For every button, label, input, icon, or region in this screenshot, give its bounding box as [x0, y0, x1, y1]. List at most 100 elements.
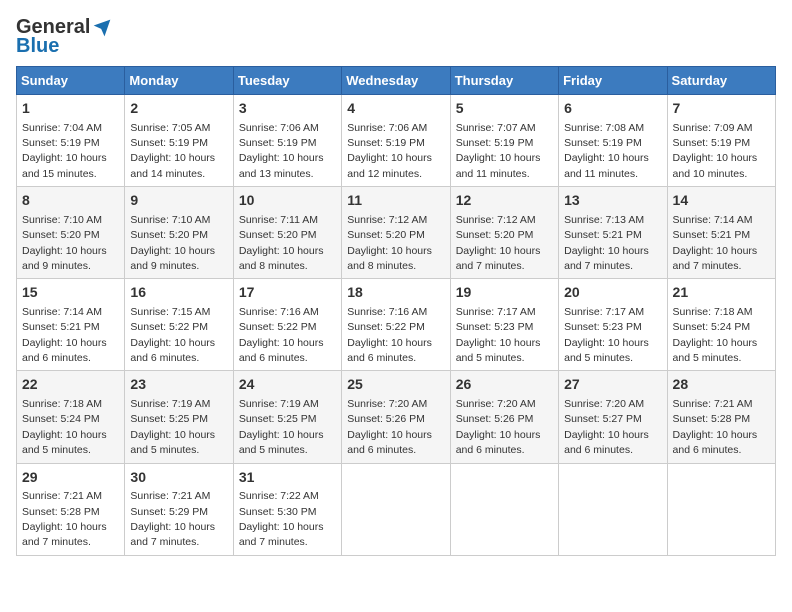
calendar-cell: 12Sunrise: 7:12 AMSunset: 5:20 PMDayligh… — [450, 187, 558, 279]
day-number: 21 — [673, 283, 770, 303]
day-number: 17 — [239, 283, 336, 303]
weekday-sunday: Sunday — [17, 67, 125, 95]
day-number: 9 — [130, 191, 227, 211]
day-info: Sunrise: 7:19 AMSunset: 5:25 PMDaylight:… — [239, 398, 324, 456]
day-info: Sunrise: 7:12 AMSunset: 5:20 PMDaylight:… — [456, 214, 541, 272]
day-info: Sunrise: 7:16 AMSunset: 5:22 PMDaylight:… — [347, 306, 432, 364]
day-info: Sunrise: 7:17 AMSunset: 5:23 PMDaylight:… — [564, 306, 649, 364]
day-info: Sunrise: 7:20 AMSunset: 5:26 PMDaylight:… — [456, 398, 541, 456]
day-number: 23 — [130, 375, 227, 395]
day-number: 25 — [347, 375, 444, 395]
week-row-5: 29Sunrise: 7:21 AMSunset: 5:28 PMDayligh… — [17, 463, 776, 555]
weekday-saturday: Saturday — [667, 67, 775, 95]
calendar-cell: 28 Sunrise: 7:21 AMSunset: 5:28 PMDayligh… — [667, 371, 775, 463]
calendar-cell: 23 Sunrise: 7:19 AMSunset: 5:25 PMDayligh… — [125, 371, 233, 463]
day-info: Sunrise: 7:13 AMSunset: 5:21 PMDaylight:… — [564, 214, 649, 272]
day-number: 1 — [22, 99, 119, 119]
day-number: 11 — [347, 191, 444, 211]
day-number: 18 — [347, 283, 444, 303]
day-number: 14 — [673, 191, 770, 211]
day-info: Sunrise: 7:12 AMSunset: 5:20 PMDaylight:… — [347, 214, 432, 272]
day-info: Sunrise: 7:06 AMSunset: 5:19 PMDaylight:… — [239, 122, 324, 180]
weekday-tuesday: Tuesday — [233, 67, 341, 95]
calendar-cell: 17 Sunrise: 7:16 AMSunset: 5:22 PMDayligh… — [233, 279, 341, 371]
day-info: Sunrise: 7:11 AMSunset: 5:20 PMDaylight:… — [239, 214, 324, 272]
day-number: 10 — [239, 191, 336, 211]
weekday-thursday: Thursday — [450, 67, 558, 95]
day-number: 8 — [22, 191, 119, 211]
calendar-cell — [667, 463, 775, 555]
day-info: Sunrise: 7:19 AMSunset: 5:25 PMDaylight:… — [130, 398, 215, 456]
calendar-cell: 30Sunrise: 7:21 AMSunset: 5:29 PMDayligh… — [125, 463, 233, 555]
calendar-cell: 15Sunrise: 7:14 AMSunset: 5:21 PMDayligh… — [17, 279, 125, 371]
calendar-cell: 13 Sunrise: 7:13 AMSunset: 5:21 PMDayligh… — [559, 187, 667, 279]
day-number: 13 — [564, 191, 661, 211]
day-number: 29 — [22, 468, 119, 488]
day-info: Sunrise: 7:17 AMSunset: 5:23 PMDaylight:… — [456, 306, 541, 364]
calendar-cell: 21 Sunrise: 7:18 AMSunset: 5:24 PMDayligh… — [667, 279, 775, 371]
calendar-cell: 27Sunrise: 7:20 AMSunset: 5:27 PMDayligh… — [559, 371, 667, 463]
calendar-cell: 4Sunrise: 7:06 AMSunset: 5:19 PMDaylight… — [342, 95, 450, 187]
calendar-cell: 1 Sunrise: 7:04 AMSunset: 5:19 PMDaylight… — [17, 95, 125, 187]
calendar-cell: 26 Sunrise: 7:20 AMSunset: 5:26 PMDayligh… — [450, 371, 558, 463]
weekday-wednesday: Wednesday — [342, 67, 450, 95]
day-info: Sunrise: 7:04 AMSunset: 5:19 PMDaylight:… — [22, 122, 107, 180]
logo-bird-icon — [92, 18, 112, 38]
day-number: 4 — [347, 99, 444, 119]
day-info: Sunrise: 7:05 AMSunset: 5:19 PMDaylight:… — [130, 122, 215, 180]
day-info: Sunrise: 7:16 AMSunset: 5:22 PMDaylight:… — [239, 306, 324, 364]
day-info: Sunrise: 7:21 AMSunset: 5:28 PMDaylight:… — [673, 398, 758, 456]
day-number: 30 — [130, 468, 227, 488]
day-number: 16 — [130, 283, 227, 303]
day-number: 19 — [456, 283, 553, 303]
day-number: 3 — [239, 99, 336, 119]
weekday-header-row: SundayMondayTuesdayWednesdayThursdayFrid… — [17, 67, 776, 95]
calendar-cell — [450, 463, 558, 555]
day-info: Sunrise: 7:07 AMSunset: 5:19 PMDaylight:… — [456, 122, 541, 180]
day-info: Sunrise: 7:22 AMSunset: 5:30 PMDaylight:… — [239, 490, 324, 548]
day-info: Sunrise: 7:18 AMSunset: 5:24 PMDaylight:… — [673, 306, 758, 364]
day-number: 20 — [564, 283, 661, 303]
calendar: SundayMondayTuesdayWednesdayThursdayFrid… — [16, 66, 776, 556]
day-number: 5 — [456, 99, 553, 119]
weekday-friday: Friday — [559, 67, 667, 95]
header: General Blue — [16, 16, 776, 58]
weekday-monday: Monday — [125, 67, 233, 95]
day-info: Sunrise: 7:20 AMSunset: 5:26 PMDaylight:… — [347, 398, 432, 456]
calendar-cell: 7 Sunrise: 7:09 AMSunset: 5:19 PMDaylight… — [667, 95, 775, 187]
day-info: Sunrise: 7:21 AMSunset: 5:29 PMDaylight:… — [130, 490, 215, 548]
day-number: 26 — [456, 375, 553, 395]
day-info: Sunrise: 7:09 AMSunset: 5:19 PMDaylight:… — [673, 122, 758, 180]
logo: General Blue — [16, 16, 112, 58]
calendar-cell — [342, 463, 450, 555]
calendar-cell: 19 Sunrise: 7:17 AMSunset: 5:23 PMDayligh… — [450, 279, 558, 371]
week-row-4: 22Sunrise: 7:18 AMSunset: 5:24 PMDayligh… — [17, 371, 776, 463]
week-row-1: 1 Sunrise: 7:04 AMSunset: 5:19 PMDaylight… — [17, 95, 776, 187]
day-number: 15 — [22, 283, 119, 303]
calendar-cell: 31Sunrise: 7:22 AMSunset: 5:30 PMDayligh… — [233, 463, 341, 555]
calendar-body: 1 Sunrise: 7:04 AMSunset: 5:19 PMDaylight… — [17, 95, 776, 556]
calendar-cell: 24 Sunrise: 7:19 AMSunset: 5:25 PMDayligh… — [233, 371, 341, 463]
calendar-cell: 18 Sunrise: 7:16 AMSunset: 5:22 PMDayligh… — [342, 279, 450, 371]
calendar-cell: 11 Sunrise: 7:12 AMSunset: 5:20 PMDayligh… — [342, 187, 450, 279]
calendar-cell: 29Sunrise: 7:21 AMSunset: 5:28 PMDayligh… — [17, 463, 125, 555]
calendar-cell: 8Sunrise: 7:10 AMSunset: 5:20 PMDaylight… — [17, 187, 125, 279]
calendar-cell: 10 Sunrise: 7:11 AMSunset: 5:20 PMDayligh… — [233, 187, 341, 279]
day-info: Sunrise: 7:18 AMSunset: 5:24 PMDaylight:… — [22, 398, 107, 456]
day-number: 7 — [673, 99, 770, 119]
day-info: Sunrise: 7:15 AMSunset: 5:22 PMDaylight:… — [130, 306, 215, 364]
week-row-2: 8 Sunrise: 7:10 AMSunset: 5:20 PMDaylight… — [17, 187, 776, 279]
day-info: Sunrise: 7:21 AMSunset: 5:28 PMDaylight:… — [22, 490, 107, 548]
day-number: 28 — [673, 375, 770, 395]
day-number: 6 — [564, 99, 661, 119]
day-number: 24 — [239, 375, 336, 395]
calendar-cell: 9 Sunrise: 7:10 AMSunset: 5:20 PMDaylight… — [125, 187, 233, 279]
day-info: Sunrise: 7:10 AMSunset: 5:20 PMDaylight:… — [130, 214, 215, 272]
calendar-cell — [559, 463, 667, 555]
day-number: 31 — [239, 468, 336, 488]
calendar-cell: 6Sunrise: 7:08 AMSunset: 5:19 PMDaylight… — [559, 95, 667, 187]
day-number: 2 — [130, 99, 227, 119]
calendar-cell: 5 Sunrise: 7:07 AMSunset: 5:19 PMDaylight… — [450, 95, 558, 187]
week-row-3: 15Sunrise: 7:14 AMSunset: 5:21 PMDayligh… — [17, 279, 776, 371]
calendar-cell: 16 Sunrise: 7:15 AMSunset: 5:22 PMDayligh… — [125, 279, 233, 371]
